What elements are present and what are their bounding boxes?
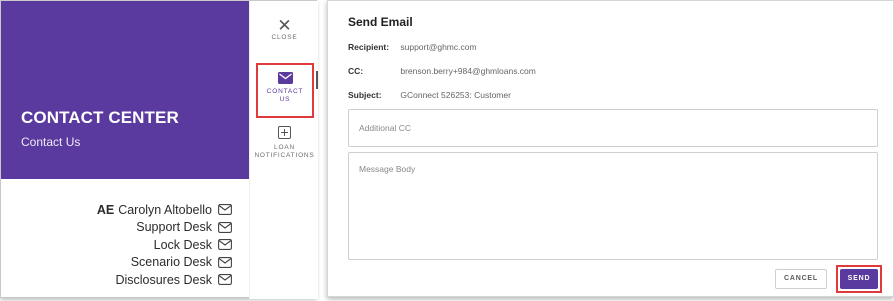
mail-icon[interactable] bbox=[218, 274, 232, 286]
recipient-value: support@ghmc.com bbox=[400, 42, 477, 52]
send-email-dialog: Send Email Recipient: support@ghmc.com C… bbox=[327, 0, 894, 297]
recipient-row: Recipient: support@ghmc.com bbox=[348, 42, 477, 52]
contact-row-lock-desk[interactable]: Lock Desk bbox=[1, 236, 249, 254]
contact-row-ae[interactable]: AE Carolyn Altobello bbox=[1, 201, 249, 219]
loan-notifications-label-line1: LOAN bbox=[274, 144, 295, 151]
additional-cc-placeholder: Additional CC bbox=[359, 123, 411, 133]
mail-icon bbox=[277, 72, 293, 84]
message-body-placeholder: Message Body bbox=[359, 164, 416, 174]
cancel-button[interactable]: CANCEL bbox=[775, 269, 827, 289]
cc-value: brenson.berry+984@ghmloans.com bbox=[400, 66, 536, 76]
banner-title: CONTACT CENTER bbox=[21, 108, 179, 127]
close-button[interactable]: ✕ CLOSE bbox=[250, 17, 319, 42]
loan-notifications-label-line2: NOTIFICATIONS bbox=[254, 152, 315, 159]
contact-us-label-line1: CONTACT bbox=[266, 88, 304, 95]
banner-subtitle: Contact Us bbox=[21, 135, 81, 149]
contact-role-abbr: AE bbox=[96, 202, 115, 217]
mail-icon[interactable] bbox=[218, 221, 232, 233]
message-body-input[interactable]: Message Body bbox=[348, 152, 878, 260]
cc-label: CC: bbox=[348, 66, 364, 76]
mail-icon[interactable] bbox=[218, 239, 232, 251]
contact-row-scenario-desk[interactable]: Scenario Desk bbox=[1, 254, 249, 272]
cc-row: CC: brenson.berry+984@ghmloans.com bbox=[348, 66, 536, 76]
close-label: CLOSE bbox=[271, 34, 298, 41]
mail-icon[interactable] bbox=[218, 204, 232, 216]
contact-name: Support Desk bbox=[136, 220, 212, 235]
subject-label: Subject: bbox=[348, 90, 382, 100]
contact-center-banner: CONTACT CENTER Contact Us bbox=[1, 1, 249, 179]
contact-row-disclosures-desk[interactable]: Disclosures Desk bbox=[1, 271, 249, 289]
contact-center-panel: CONTACT CENTER Contact Us AE Carolyn Alt… bbox=[0, 0, 318, 299]
send-button[interactable]: SEND bbox=[840, 269, 878, 289]
subject-row: Subject: GConnect 526253: Customer bbox=[348, 90, 511, 100]
contact-us-button[interactable]: CONTACT US bbox=[256, 63, 314, 118]
side-rail: ✕ CLOSE CONTACT US LOAN NOTIFICATIONS bbox=[249, 1, 318, 299]
contact-row-support-desk[interactable]: Support Desk bbox=[1, 219, 249, 237]
contact-name: Carolyn Altobello bbox=[118, 202, 212, 217]
additional-cc-input[interactable]: Additional CC bbox=[348, 109, 878, 147]
contact-name: Disclosures Desk bbox=[115, 272, 212, 287]
plus-box-icon bbox=[278, 126, 291, 139]
close-icon: ✕ bbox=[277, 16, 292, 35]
loan-notifications-button[interactable]: LOAN NOTIFICATIONS bbox=[250, 126, 319, 160]
dialog-title: Send Email bbox=[348, 15, 413, 29]
subject-value: GConnect 526253: Customer bbox=[400, 90, 511, 100]
recipient-label: Recipient: bbox=[348, 42, 390, 52]
contact-name: Scenario Desk bbox=[130, 255, 212, 270]
contact-name: Lock Desk bbox=[153, 237, 212, 252]
contact-list: AE Carolyn Altobello Support Desk Lock D… bbox=[1, 201, 249, 289]
contact-us-label-line2: US bbox=[279, 96, 291, 103]
mail-icon[interactable] bbox=[218, 256, 232, 268]
